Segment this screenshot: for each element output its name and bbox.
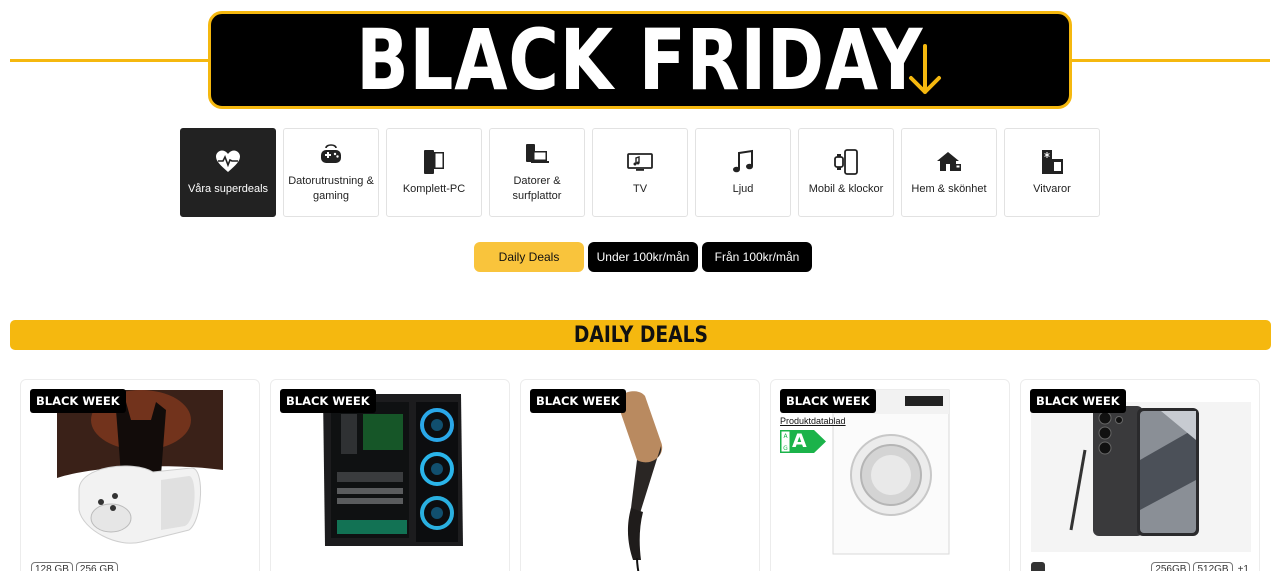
category-label: Mobil & klockor bbox=[808, 182, 884, 195]
category-label: TV bbox=[632, 182, 648, 195]
category-label: Vitvaror bbox=[1033, 182, 1071, 195]
storage-options: 256GB 512GB +1 bbox=[1151, 562, 1249, 571]
category-label: Datorutrustning & gaming bbox=[288, 175, 374, 202]
black-week-badge: BLACK WEEK bbox=[780, 389, 876, 413]
gamepad-icon bbox=[321, 144, 341, 163]
fridge-icon bbox=[1042, 149, 1063, 174]
phone-watch-icon bbox=[834, 148, 858, 175]
black-week-badge: BLACK WEEK bbox=[530, 389, 626, 413]
black-week-badge: BLACK WEEK bbox=[30, 389, 126, 413]
storage-chip[interactable]: 128 GB bbox=[31, 562, 73, 571]
daily-deals-header: DAILY DEALS bbox=[10, 320, 1271, 350]
category-label: Hem & skönhet bbox=[911, 182, 987, 195]
category-nav: Våra superdeals Datorutrustning & gaming… bbox=[180, 128, 1100, 217]
product-card[interactable]: BLACK WEEK bbox=[520, 379, 760, 571]
tab-daily-deals[interactable]: Daily Deals bbox=[474, 242, 584, 272]
section-title: DAILY DEALS bbox=[573, 322, 708, 348]
black-week-badge: BLACK WEEK bbox=[1030, 389, 1126, 413]
category-label: Komplett-PC bbox=[402, 182, 466, 195]
category-superdeals[interactable]: Våra superdeals bbox=[180, 128, 276, 217]
category-hem[interactable]: Hem & skönhet bbox=[901, 128, 997, 217]
category-tv[interactable]: TV bbox=[592, 128, 688, 217]
product-card[interactable]: BLACK WEEK 128 GB 256 GB bbox=[20, 379, 260, 571]
storage-chip[interactable]: 256GB bbox=[1151, 562, 1191, 571]
color-swatch[interactable] bbox=[1031, 562, 1045, 571]
product-card[interactable]: BLACK WEEK bbox=[270, 379, 510, 571]
storage-chip[interactable]: 512GB bbox=[1193, 562, 1233, 571]
category-label: Datorer & surfplattor bbox=[512, 175, 562, 202]
heart-pulse-icon bbox=[216, 150, 240, 172]
deal-tabs: Daily Deals Under 100kr/mån Från 100kr/m… bbox=[474, 242, 812, 272]
black-week-badge: BLACK WEEK bbox=[280, 389, 376, 413]
category-ljud[interactable]: Ljud bbox=[695, 128, 791, 217]
category-datorutrustning[interactable]: Datorutrustning & gaming bbox=[283, 128, 379, 217]
energy-class: A bbox=[792, 430, 807, 452]
category-datorer[interactable]: Datorer & surfplattor bbox=[489, 128, 585, 217]
tab-fran-100[interactable]: Från 100kr/mån bbox=[702, 242, 812, 272]
product-card[interactable]: BLACK WEEK 256GB 512GB +1 bbox=[1020, 379, 1260, 571]
storage-options: 128 GB 256 GB bbox=[31, 562, 118, 571]
category-label: Ljud bbox=[732, 182, 754, 195]
tv-icon bbox=[627, 152, 653, 171]
tab-under-100[interactable]: Under 100kr/mån bbox=[588, 242, 698, 272]
music-note-icon bbox=[733, 149, 753, 172]
more-options[interactable]: +1 bbox=[1238, 564, 1249, 571]
pc-tower-icon bbox=[424, 149, 444, 174]
category-mobil[interactable]: Mobil & klockor bbox=[798, 128, 894, 217]
storage-chip[interactable]: 256 GB bbox=[75, 562, 118, 571]
svg-text:G: G bbox=[783, 445, 788, 452]
product-list: BLACK WEEK 128 GB 256 GB BLACK WEEK BLAC… bbox=[20, 379, 1260, 571]
product-card[interactable]: BLACK WEEK Produktdatablad A G A bbox=[770, 379, 1010, 571]
black-friday-banner[interactable]: BLACK FRIDAY bbox=[208, 11, 1072, 109]
category-komplett-pc[interactable]: Komplett-PC bbox=[386, 128, 482, 217]
arrow-down-icon bbox=[909, 44, 941, 94]
produktdatablad-link[interactable]: Produktdatablad bbox=[780, 416, 846, 426]
category-label: Våra superdeals bbox=[187, 182, 269, 195]
home-icon bbox=[937, 151, 961, 171]
banner-title: BLACK FRIDAY bbox=[356, 11, 924, 109]
category-vitvaror[interactable]: Vitvaror bbox=[1004, 128, 1100, 217]
laptop-icon bbox=[526, 144, 549, 163]
